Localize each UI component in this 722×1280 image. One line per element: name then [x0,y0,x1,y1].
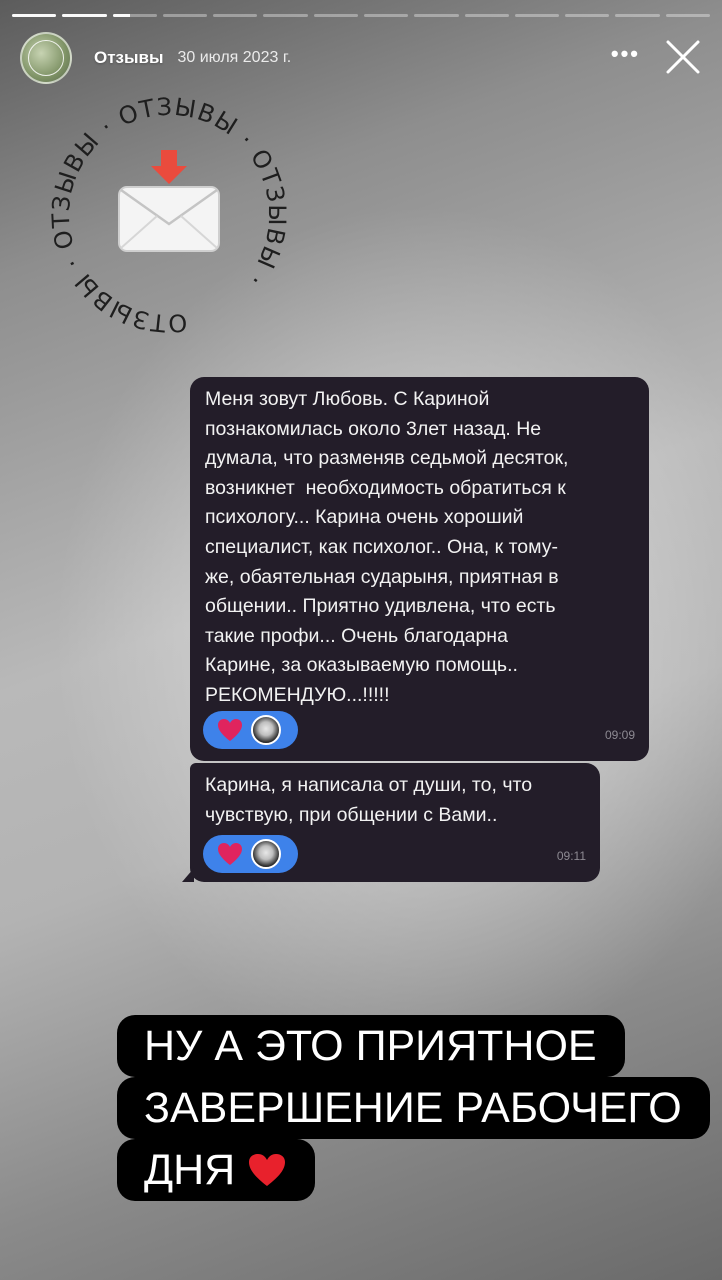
close-icon[interactable] [664,38,702,76]
progress-segment [263,14,308,17]
progress-segment [213,14,258,17]
message-line: РЕКОМЕНДУЮ...!!!!! [205,683,390,706]
progress-segment [615,14,660,17]
progress-fill [12,14,57,17]
reaction-pill[interactable] [203,835,298,873]
message-text: Карина, я написала от души, то, что чувст… [205,771,586,830]
account-avatar[interactable] [20,32,72,84]
heart-icon [218,843,242,865]
caption-line-last: ДНЯ [117,1139,316,1201]
story-viewer[interactable]: Отзывы 30 июля 2023 г. ••• ОТЗЫВЫ · ОТЗЫ… [0,0,722,1280]
story-header: Отзывы 30 июля 2023 г. ••• [20,30,702,86]
chat-message: Меня зовут Любовь. С Кариной познакомилас… [190,377,649,761]
message-line: Карина, я написала от души, то, что [205,774,533,796]
caption-text: ДНЯ [144,1146,236,1194]
progress-segment [464,14,509,17]
story-progress-bar [12,14,710,17]
heart-icon [218,719,242,741]
progress-segment [514,14,560,17]
story-date: 30 июля 2023 г. [177,49,292,66]
message-line: чувствую, при общении с Вами.. [205,803,498,826]
reviews-sticker: ОТЗЫВЫ · ОТЗЫВЫ · ОТЗЫВЫ · ОТЗЫВЫ · [38,84,300,346]
avatar-ring [28,40,64,76]
message-line: возникнет необходимость обратиться к [205,476,566,499]
message-text: Меня зовут Любовь. С Кариной познакомилас… [205,385,635,711]
progress-fill [112,14,131,17]
reactor-avatar [251,839,281,869]
progress-segment [665,14,710,17]
message-line: же, обаятельная сударыня, приятная в [205,565,559,588]
message-line: психологу... Карина очень хороший [205,506,524,529]
account-name[interactable]: Отзывы [94,48,164,68]
message-time: 09:11 [556,849,586,864]
message-time: 09:09 [604,728,635,743]
reactor-avatar [251,715,281,745]
chat-message: Карина, я написала от души, то, что чувст… [182,763,600,882]
progress-segment [565,14,610,17]
caption-line: НУ А ЭТО ПРИЯТНОЕ [117,1015,625,1077]
message-line: думала, что разменяв седьмой десяток, [205,447,569,470]
progress-segment [363,14,409,17]
progress-segment [12,14,57,17]
message-line: специалист, как психолог.. Она, к тому- [205,535,559,558]
progress-segment [62,14,107,17]
ellipsis-icon[interactable]: ••• [611,43,640,65]
story-caption: НУ А ЭТО ПРИЯТНОЕ ЗАВЕРШЕНИЕ РАБОЧЕГО ДН… [117,1015,710,1201]
caption-line: ЗАВЕРШЕНИЕ РАБОЧЕГО [117,1077,710,1139]
progress-segment [112,14,157,17]
progress-segment [313,14,358,17]
progress-fill [62,14,107,17]
progress-segment [162,14,208,17]
message-line: Меня зовут Любовь. С Кариной [205,388,490,410]
message-line: общении.. Приятно удивлена, что есть [205,595,556,618]
progress-segment [414,14,459,17]
red-heart-icon [249,1154,286,1186]
reaction-pill[interactable] [203,711,298,749]
envelope-with-down-arrow-icon [118,150,220,252]
message-line: познакомилась около 3лет назад. Не [205,417,542,440]
message-line: такие профи... Очень благодарна [205,624,508,647]
message-line: Карине, за оказываемую помощь.. [205,654,518,677]
